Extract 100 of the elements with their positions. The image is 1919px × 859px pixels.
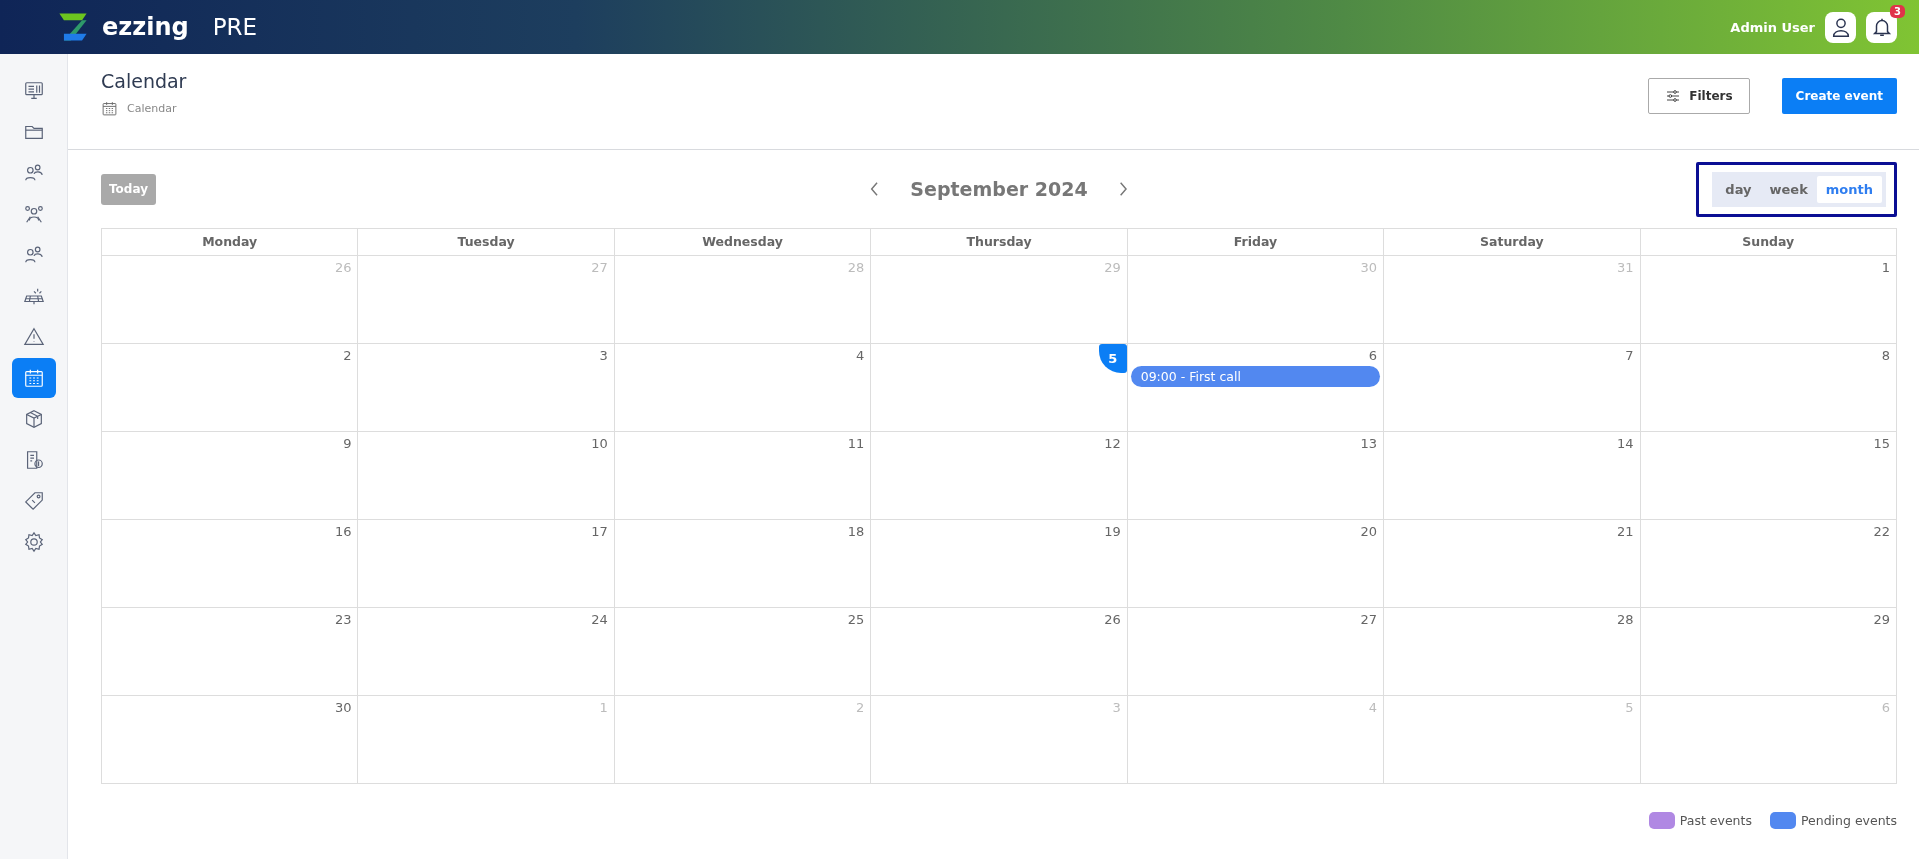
day-number: 7	[1625, 348, 1635, 363]
weekday-header: Friday	[1127, 229, 1385, 256]
filters-button[interactable]: Filters	[1648, 78, 1750, 114]
day-number: 12	[1104, 436, 1122, 451]
day-cell[interactable]: 16	[102, 520, 359, 608]
today-date-marker: 5	[1098, 344, 1127, 373]
calendar-icon	[22, 367, 45, 389]
weekday-header: Tuesday	[358, 229, 615, 256]
day-cell[interactable]: 21	[1384, 520, 1641, 608]
day-cell[interactable]: 24	[358, 608, 615, 696]
day-number: 2	[856, 700, 866, 715]
page-title: Calendar	[101, 70, 187, 92]
day-cell[interactable]: 18	[614, 520, 872, 608]
weekday-header: Thursday	[871, 229, 1128, 256]
legend-label: Pending events	[1800, 813, 1897, 828]
user-avatar[interactable]	[1825, 11, 1856, 43]
day-number: 1	[599, 700, 609, 715]
day-cell[interactable]: 22	[1640, 520, 1897, 608]
view-tab[interactable]: week	[1760, 175, 1817, 203]
day-cell[interactable]: 11	[614, 432, 872, 520]
day-number: 27	[591, 260, 609, 275]
day-number: 4	[856, 348, 866, 363]
day-number: 22	[1873, 524, 1891, 539]
day-number: 26	[1104, 612, 1122, 627]
brand-name: ezzing	[102, 13, 189, 41]
monitor-icon	[22, 80, 45, 102]
day-number: 28	[1617, 612, 1635, 627]
weekday-header: Wednesday	[614, 229, 872, 256]
logo-icon	[56, 10, 90, 44]
day-cell[interactable]: 26	[871, 608, 1128, 696]
sidebar-item[interactable]	[11, 358, 56, 398]
day-number: 19	[1104, 524, 1122, 539]
day-number: 20	[1360, 524, 1379, 539]
day-number: 6	[1368, 348, 1379, 363]
day-number: 26	[334, 260, 353, 275]
tag-icon	[22, 490, 45, 512]
day-number: 24	[591, 612, 609, 627]
day-number: 15	[1873, 436, 1891, 451]
day-cell[interactable]: 17	[358, 520, 615, 608]
day-cell[interactable]: 1	[1640, 256, 1897, 344]
day-cell[interactable]: 19	[871, 520, 1128, 608]
day-number: 27	[1360, 612, 1379, 627]
day-number: 17	[591, 524, 609, 539]
day-number: 9	[343, 436, 353, 451]
day-number: 5	[1625, 700, 1635, 715]
legend-label: Past events	[1679, 813, 1752, 828]
day-number: 29	[1873, 612, 1891, 627]
day-cell[interactable]: 15	[1640, 432, 1897, 520]
day-number: 30	[1360, 260, 1379, 275]
view-tab[interactable]: month	[1816, 175, 1882, 203]
day-cell[interactable]: 3	[358, 344, 615, 432]
day-number: 4	[1368, 700, 1379, 715]
day-number: 13	[1360, 436, 1379, 451]
day-cell[interactable]: 29	[1640, 608, 1897, 696]
day-number: 3	[599, 348, 609, 363]
day-cell[interactable]: 10	[358, 432, 615, 520]
day-cell[interactable]: 9	[102, 432, 359, 520]
day-cell[interactable]: 6 09:00 - First call	[1127, 344, 1385, 432]
day-cell[interactable]: 20	[1127, 520, 1385, 608]
day-cell[interactable]: 5	[871, 344, 1128, 432]
day-cell[interactable]: 23	[102, 608, 359, 696]
day-cell[interactable]: 13	[1127, 432, 1385, 520]
weekday-header: Monday	[102, 229, 359, 256]
day-number: 21	[1617, 524, 1635, 539]
day-number: 8	[1881, 348, 1891, 363]
create-event-button[interactable]: Create event	[1781, 78, 1897, 114]
settings-icon	[22, 531, 45, 553]
day-cell[interactable]: 2	[102, 344, 359, 432]
warning-icon	[22, 326, 45, 348]
day-cell[interactable]: 14	[1384, 432, 1641, 520]
environment-label: PRE	[212, 14, 258, 40]
day-cell[interactable]: 7	[1384, 344, 1641, 432]
day-number: 14	[1617, 436, 1635, 451]
day-number: 28	[847, 260, 866, 275]
next-month-button[interactable]	[1117, 180, 1130, 198]
weekday-header: Sunday	[1640, 229, 1897, 256]
day-cell[interactable]: 4	[614, 344, 872, 432]
day-cell[interactable]: 25	[614, 608, 872, 696]
day-number: 18	[847, 524, 866, 539]
day-cell[interactable]: 12	[871, 432, 1128, 520]
month-title: September 2024	[910, 178, 1088, 200]
view-tab[interactable]: day	[1716, 175, 1761, 203]
day-number: 29	[1104, 260, 1122, 275]
calendar-event[interactable]: 09:00 - First call	[1130, 366, 1381, 387]
day-cell[interactable]: 28	[1384, 608, 1641, 696]
day-number: 11	[847, 436, 866, 451]
day-cell[interactable]: 30	[102, 696, 359, 784]
day-number: 30	[334, 700, 353, 715]
sliders-icon	[1665, 88, 1682, 104]
day-number: 23	[334, 612, 353, 627]
day-cell[interactable]: 8	[1640, 344, 1897, 432]
weekday-header: Saturday	[1384, 229, 1641, 256]
day-number: 6	[1881, 700, 1891, 715]
day-number: 2	[343, 348, 353, 363]
day-cell[interactable]: 27	[1127, 608, 1385, 696]
team-icon	[22, 203, 45, 225]
breadcrumb-item[interactable]: Calendar	[127, 102, 177, 115]
day-number: 16	[334, 524, 353, 539]
day-number: 3	[1112, 700, 1122, 715]
user-name: Admin User	[1730, 19, 1815, 35]
